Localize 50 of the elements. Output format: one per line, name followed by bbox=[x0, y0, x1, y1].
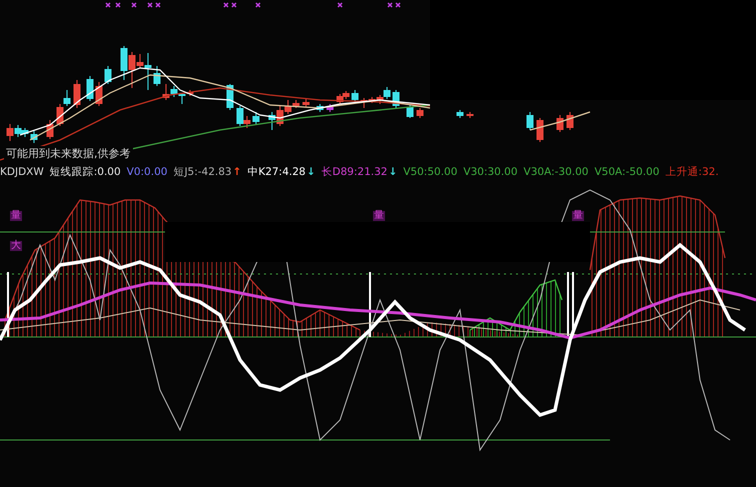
cross-mark bbox=[115, 2, 121, 8]
cross-mark bbox=[255, 2, 261, 8]
trend-arrow: ↑ bbox=[232, 166, 242, 178]
candlestick bbox=[466, 112, 474, 118]
candlestick bbox=[526, 112, 534, 130]
indicator-value: 中K27:4.28 bbox=[247, 165, 306, 179]
cross-mark bbox=[147, 2, 153, 8]
cross-mark bbox=[131, 2, 137, 8]
cross-mark bbox=[155, 2, 161, 8]
indicator-value: 长D89:21.32 bbox=[321, 165, 388, 179]
trend-arrow: ↓ bbox=[306, 166, 316, 178]
candlestick bbox=[86, 76, 94, 102]
candlestick bbox=[154, 66, 160, 86]
cross-mark bbox=[387, 2, 393, 8]
candlestick bbox=[416, 108, 424, 118]
cross-mark bbox=[395, 2, 401, 8]
indicator-value: KDJDXW bbox=[0, 166, 44, 178]
cross-mark bbox=[337, 2, 343, 8]
candlestick bbox=[30, 130, 38, 144]
moving-average-line bbox=[530, 111, 590, 131]
candlestick bbox=[536, 118, 544, 142]
signal-label: 量 bbox=[572, 211, 584, 221]
candlestick bbox=[406, 104, 414, 118]
candlestick bbox=[352, 90, 358, 102]
candlestick bbox=[556, 114, 564, 132]
cross-mark bbox=[231, 2, 237, 8]
trend-arrow: ↓ bbox=[388, 166, 398, 178]
candlestick bbox=[104, 66, 112, 84]
candlestick bbox=[326, 104, 334, 112]
candlestick bbox=[456, 110, 464, 118]
indicator-value: V30:30.00 bbox=[463, 166, 518, 178]
candlestick bbox=[566, 112, 574, 130]
indicator-value: 上升通:32. bbox=[665, 165, 719, 179]
signal-label: 量 bbox=[10, 211, 22, 221]
indicator-value: V30A:-30.00 bbox=[524, 166, 588, 178]
indicator-value: V0:0.00 bbox=[126, 166, 168, 178]
indicator-value: V50:50.00 bbox=[403, 166, 458, 178]
candlestick bbox=[46, 120, 54, 140]
future-data-warning: 可能用到未来数据,供参考 bbox=[4, 146, 132, 161]
cross-mark bbox=[223, 2, 229, 8]
indicator-value: 短线跟踪:0.00 bbox=[50, 165, 121, 179]
signal-label: 大 bbox=[10, 241, 22, 251]
indicator-value: V50A:-50.00 bbox=[594, 166, 660, 178]
cross-mark bbox=[105, 2, 111, 8]
candlestick bbox=[316, 104, 324, 112]
candlestick bbox=[74, 80, 80, 108]
indicator-value: 短J5:-42.83 bbox=[173, 165, 232, 179]
candlestick bbox=[252, 112, 260, 126]
candlestick bbox=[302, 98, 310, 108]
signal-label: 量 bbox=[373, 211, 385, 221]
